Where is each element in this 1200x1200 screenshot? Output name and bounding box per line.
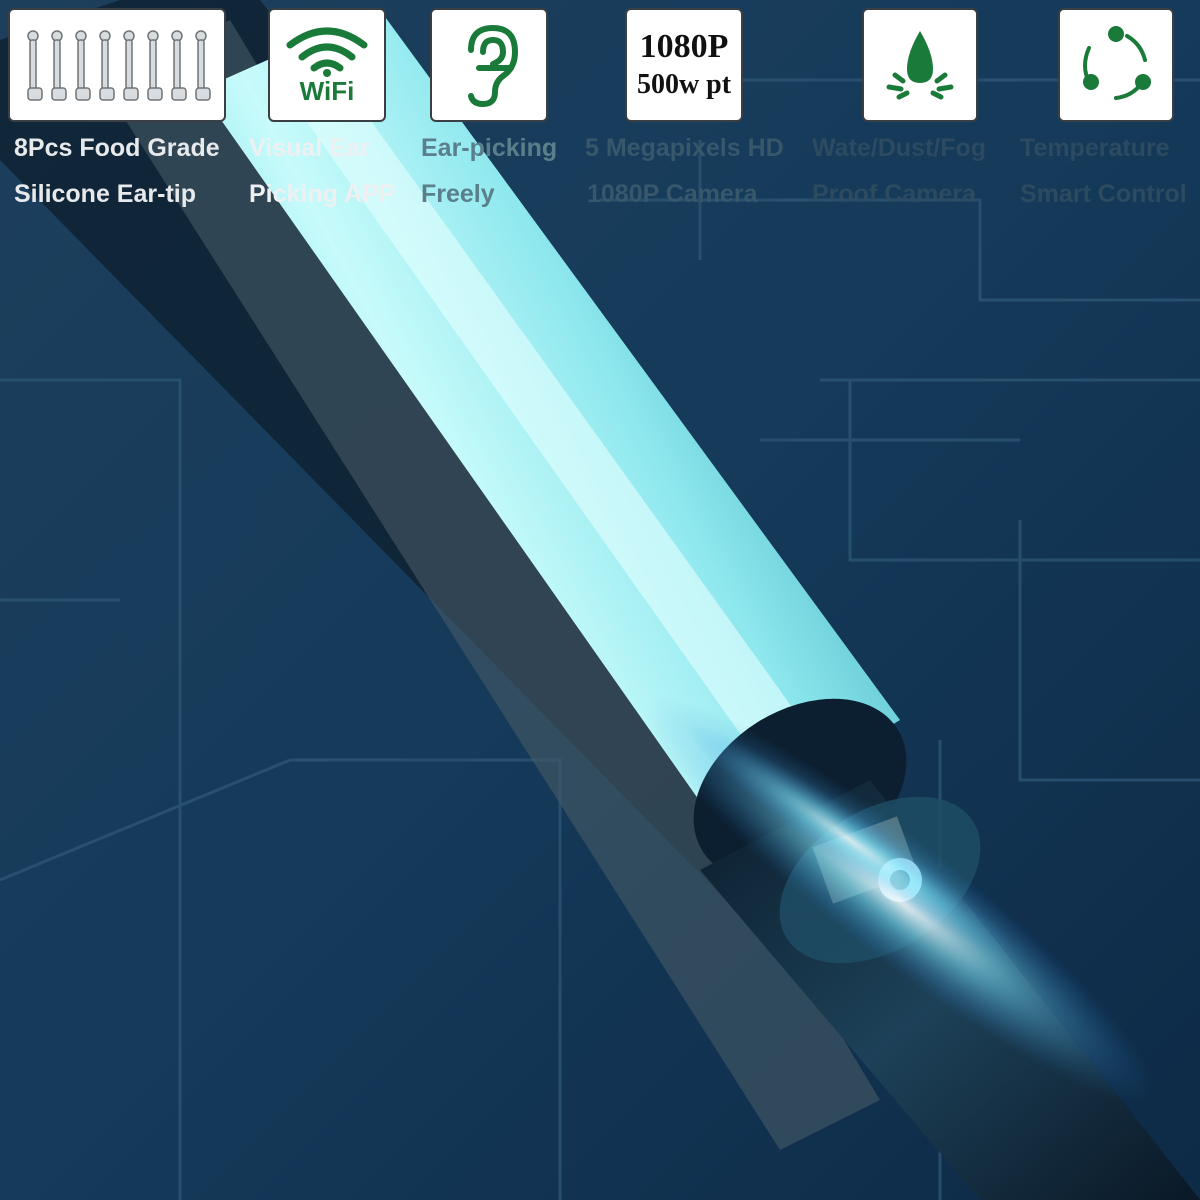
temperature-control-icon <box>1083 26 1151 100</box>
resolution-icon-line1: 1080P <box>639 28 729 65</box>
caption-water-proof-line1: Wate/Dust/Fog <box>812 134 987 162</box>
caption-megapixels-line2: 1080P Camera <box>587 180 758 208</box>
feature-tile-wifi: WiFi <box>268 8 386 122</box>
caption-water-proof: Wate/Dust/Fog Proof Camera <box>812 125 986 217</box>
caption-ear-tips: 8Pcs Food Grade Silicone Ear-tip <box>14 125 220 217</box>
caption-wifi-app-line2: Picking APP <box>249 180 396 208</box>
ear-icon <box>468 24 519 108</box>
feature-tile-water-proof <box>862 8 978 122</box>
feature-tile-ear <box>430 8 548 122</box>
caption-megapixels: 5 Megapixels HD 1080P Camera <box>585 125 784 217</box>
caption-temperature: Temperature Smart Control <box>1020 125 1187 217</box>
caption-temperature-line2: Smart Control <box>1020 180 1187 208</box>
caption-ear-tips-line1: 8Pcs Food Grade <box>14 134 220 162</box>
caption-ear-tips-line2: Silicone Ear-tip <box>14 180 196 208</box>
ear-tips-icon <box>27 30 211 101</box>
caption-ear-picking-line1: Ear-picking <box>421 134 558 162</box>
caption-water-proof-line2: Proof Camera <box>812 180 976 208</box>
resolution-icon: 1080P 500w pt <box>637 27 731 103</box>
feature-tile-resolution: 1080P 500w pt <box>625 8 743 122</box>
resolution-icon-line2: 500w pt <box>636 69 732 100</box>
caption-temperature-line1: Temperature <box>1020 134 1170 162</box>
feature-tile-temperature <box>1058 8 1174 122</box>
caption-ear-picking: Ear-picking Freely <box>421 125 557 217</box>
water-drop-icon <box>886 31 954 100</box>
caption-megapixels-line1: 5 Megapixels HD <box>585 134 784 162</box>
wifi-icon-label: WiFi <box>299 76 355 106</box>
caption-wifi-app: Visual Ear Picking APP <box>249 125 395 217</box>
caption-wifi-app-line1: Visual Ear <box>249 134 370 162</box>
feature-tile-ear-tips <box>8 8 226 122</box>
caption-ear-picking-line2: Freely <box>421 180 495 208</box>
wifi-icon <box>286 27 368 77</box>
